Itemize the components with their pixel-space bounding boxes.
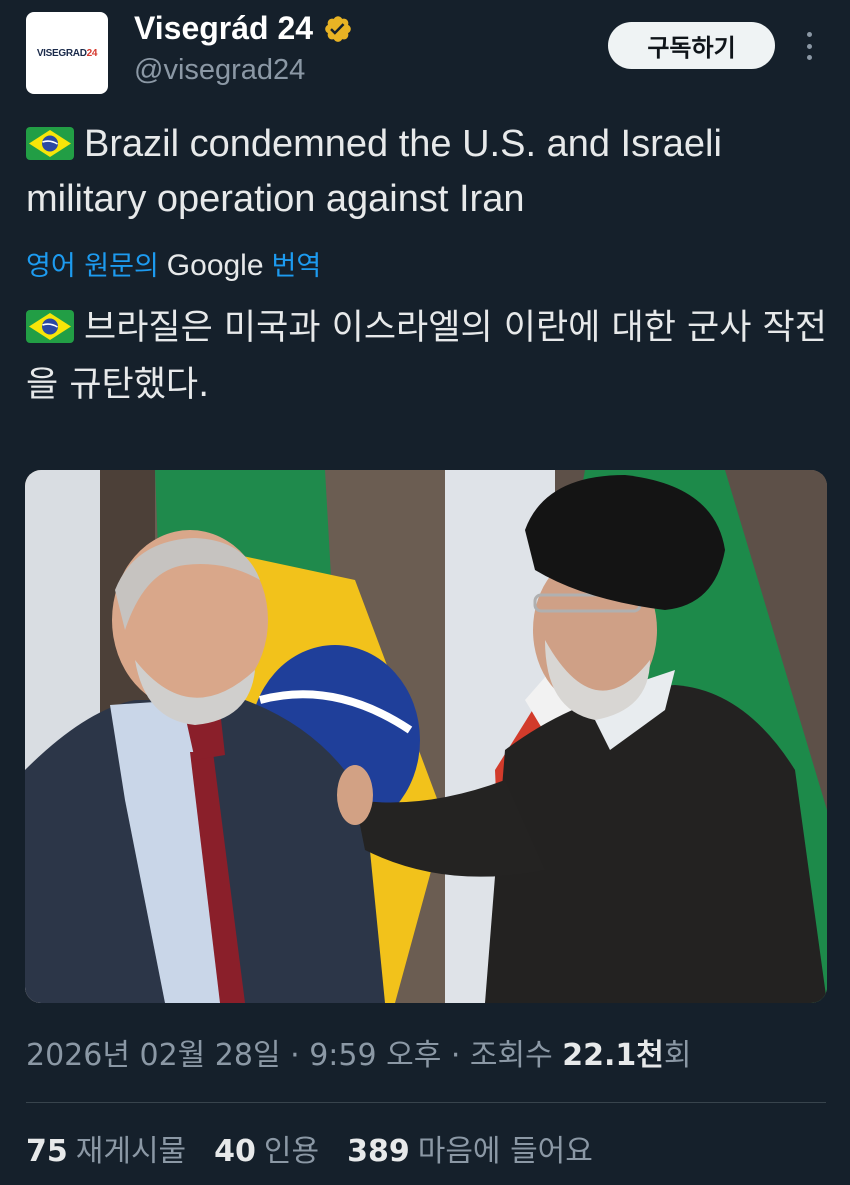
tweet-text: Brazil condemned the U.S. and Israeli mi… [26, 117, 836, 227]
tweet-header: VISEGRAD24 Visegrád 24 @visegrad24 구독하기 [0, 0, 850, 110]
tweet-photo[interactable] [25, 470, 827, 1003]
tweet-time: 9:59 오후 [309, 1038, 442, 1073]
tweet-timestamp[interactable]: 2026년 02월 28일 · 9:59 오후 · 조회수 22.1천회 [26, 1030, 692, 1074]
photo-illustration [25, 470, 827, 1003]
brazil-flag-icon [26, 127, 74, 160]
translated-text: 브라질은 미국과 이스라엘의 이란에 대한 군사 작전을 규탄했다. [26, 300, 836, 414]
engagement-stats: 75 재게시물 40 인용 389 마음에 들어요 [26, 1126, 593, 1170]
quotes-stat[interactable]: 40 인용 [214, 1126, 319, 1170]
likes-count: 389 [347, 1134, 410, 1169]
translate-language-label: 영어 원문의 [26, 251, 159, 282]
quotes-label: 인용 [263, 1134, 320, 1169]
translated-body: 브라질은 미국과 이스라엘의 이란에 대한 군사 작전을 규탄했다. [26, 308, 827, 405]
tweet-date: 2026년 02월 28일 [26, 1038, 281, 1073]
display-name[interactable]: Visegrád 24 [134, 10, 313, 47]
reposts-count: 75 [26, 1134, 68, 1169]
google-logo: Google [166, 249, 264, 282]
brazil-flag-icon [26, 310, 74, 343]
reposts-label: 재게시물 [75, 1134, 187, 1169]
translate-action-label: 번역 [271, 251, 322, 282]
name-row: Visegrád 24 [134, 10, 353, 47]
views-suffix: 회 [663, 1038, 692, 1073]
timestamp-separator: · [441, 1038, 470, 1073]
handle[interactable]: @visegrad24 [134, 54, 305, 87]
verified-badge-icon [325, 15, 351, 42]
quotes-count: 40 [214, 1134, 256, 1169]
divider [26, 1102, 826, 1103]
translation-attribution[interactable]: 영어 원문의 Google 번역 [26, 244, 321, 283]
timestamp-separator: · [280, 1038, 310, 1073]
avatar-logo: VISEGRAD24 [36, 47, 98, 59]
more-vertical-icon[interactable] [798, 28, 820, 64]
likes-stat[interactable]: 389 마음에 들어요 [347, 1126, 593, 1170]
subscribe-button[interactable]: 구독하기 [608, 22, 775, 69]
avatar[interactable]: VISEGRAD24 [26, 12, 108, 94]
views-count: 22.1천 [562, 1038, 664, 1073]
likes-label: 마음에 들어요 [417, 1134, 593, 1169]
reposts-stat[interactable]: 75 재게시물 [26, 1126, 186, 1170]
views-label: 조회수 [469, 1038, 553, 1073]
tweet-body: Brazil condemned the U.S. and Israeli mi… [26, 123, 722, 220]
